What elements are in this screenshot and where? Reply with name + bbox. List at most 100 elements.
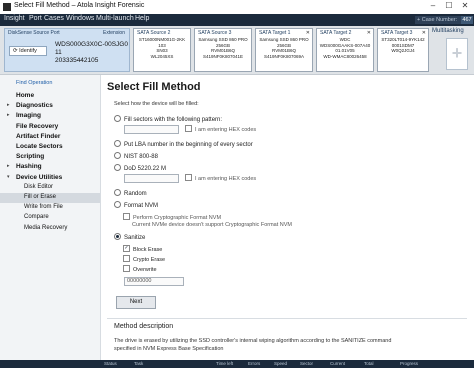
radio-icon bbox=[114, 115, 121, 122]
pattern-input[interactable] bbox=[124, 125, 179, 134]
option-label: Fill sectors with the following pattern: bbox=[124, 117, 223, 124]
menu-multi-launch[interactable]: Multi-launch bbox=[96, 15, 134, 22]
source-port-panel[interactable]: DiskSense Source Port Extension ⟳ Identi… bbox=[4, 28, 130, 72]
divider bbox=[107, 318, 467, 319]
checkbox-label: I am entering HEX codes bbox=[195, 126, 257, 133]
option-format-nvm[interactable]: Format NVM bbox=[114, 201, 159, 210]
sidebar-item-artifact-finder[interactable]: Artifact Finder bbox=[0, 132, 100, 142]
sidebar-item-write-from-file[interactable]: Write from File bbox=[0, 203, 100, 213]
sidebar-item-device-utilities[interactable]: ▾ Device Utilities bbox=[0, 173, 100, 183]
radio-icon bbox=[114, 152, 121, 159]
menu-help[interactable]: Help bbox=[135, 15, 149, 22]
plus-icon: + bbox=[451, 43, 463, 63]
overwrite-pattern-input[interactable]: 00000000 bbox=[124, 277, 184, 286]
sidebar-item-fill-or-erase[interactable]: Fill or Erase bbox=[0, 193, 100, 203]
status-column-errors: Errors bbox=[248, 361, 261, 366]
sidebar-item-locate-sectors[interactable]: Locate Sectors bbox=[0, 142, 100, 152]
option-dod[interactable]: DoD 5220.22 M bbox=[114, 164, 166, 172]
chevron-down-icon[interactable]: ▾ bbox=[7, 174, 10, 180]
minimize-button[interactable]: – bbox=[426, 1, 440, 10]
status-column-progress: Progress bbox=[400, 361, 419, 366]
option-random[interactable]: Random bbox=[114, 189, 147, 198]
radio-icon bbox=[114, 201, 121, 208]
checkbox-label: Block Erase bbox=[133, 246, 163, 253]
sidebar-item-disk-editor[interactable]: Disk Editor bbox=[0, 183, 100, 193]
hex-codes-checkbox[interactable]: I am entering HEX codes bbox=[185, 125, 257, 133]
sidebar-item-label: File Recovery bbox=[16, 122, 59, 130]
checkbox-icon bbox=[185, 174, 192, 181]
sidebar-item-compare[interactable]: Compare bbox=[0, 213, 100, 223]
close-icon[interactable]: ✕ bbox=[367, 30, 371, 36]
crypto-erase-checkbox[interactable]: Crypto Erase bbox=[123, 255, 166, 263]
sidebar-item-label: Locate Sectors bbox=[16, 143, 63, 150]
status-column-task: Task bbox=[134, 361, 144, 366]
port-sata-source-3[interactable]: SATA Source 3 Samsung SSD 860 PRO 256GB … bbox=[194, 28, 252, 72]
port-title: SATA Target 1 bbox=[259, 30, 291, 36]
multitasking-add-button[interactable]: + bbox=[446, 38, 468, 70]
radio-icon bbox=[114, 189, 121, 196]
multitasking-label[interactable]: Multitasking bbox=[432, 28, 464, 34]
sidebar-item-home[interactable]: Home bbox=[0, 91, 100, 101]
status-column-sector: Sector bbox=[300, 361, 314, 366]
case-number-value: 467 bbox=[461, 16, 473, 24]
block-erase-checkbox[interactable]: ✓ Block Erase bbox=[123, 245, 163, 253]
sidebar-item-hashing[interactable]: ▸ Hashing bbox=[0, 162, 100, 172]
source-device-serial: 203335442105 bbox=[55, 57, 99, 64]
sidebar-item-media-recovery[interactable]: Media Recovery bbox=[0, 224, 100, 234]
close-icon[interactable]: ✕ bbox=[422, 30, 426, 36]
sidebar-item-imaging[interactable]: ▸ Imaging bbox=[0, 111, 100, 121]
case-number-label[interactable]: + Case Number: bbox=[415, 16, 461, 24]
perform-crypto-checkbox[interactable]: Perform Cryptographic Format NVM bbox=[123, 213, 222, 221]
source-extension-label[interactable]: Extension bbox=[103, 30, 125, 36]
hex-codes-checkbox-2[interactable]: I am entering HEX codes bbox=[185, 174, 257, 182]
menu-windows[interactable]: Windows bbox=[66, 15, 94, 22]
overwrite-checkbox[interactable]: Overwrite bbox=[123, 265, 157, 273]
port-device-info: ST320LT014-9YK142 0001SDM7 W0Q2JGJ4 bbox=[381, 37, 425, 54]
close-button[interactable]: ✕ bbox=[458, 1, 472, 10]
source-device-model: WDS000G3X0C-00SJG0 11 bbox=[55, 41, 128, 56]
sidebar-item-file-recovery[interactable]: File Recovery bbox=[0, 122, 100, 132]
sidebar-item-label: Scripting bbox=[16, 153, 45, 161]
next-button[interactable]: Next bbox=[116, 296, 156, 309]
dod-pattern-input[interactable] bbox=[124, 174, 179, 183]
menu-cases[interactable]: Cases bbox=[44, 15, 64, 22]
chevron-right-icon[interactable]: ▸ bbox=[7, 163, 10, 169]
status-column-status: Status bbox=[104, 361, 117, 366]
fill-prompt: Select how the device will be filled: bbox=[114, 101, 199, 107]
port-sata-target-1[interactable]: SATA Target 1 ✕ Samsung SSD 860 PRO 256G… bbox=[255, 28, 313, 72]
find-operation-link[interactable]: Find Operation bbox=[16, 80, 52, 86]
port-sata-target-2[interactable]: SATA Target 2 ✕ WDC WDS000GAAKS-007A40 0… bbox=[316, 28, 374, 72]
port-title: SATA Target 3 bbox=[381, 30, 413, 36]
port-sata-target-3[interactable]: SATA Target 3 ✕ ST320LT014-9YK142 0001SD… bbox=[377, 28, 429, 72]
method-description-text: The drive is erased by utilizing the SSD… bbox=[114, 338, 392, 352]
option-label: Format NVM bbox=[124, 203, 159, 210]
sidebar-item-diagnostics[interactable]: ▸ Diagnostics bbox=[0, 101, 100, 111]
port-sata-source-2[interactable]: SATA Source 2 ST16000NM001G-2KK 103 SN03… bbox=[133, 28, 191, 72]
radio-selected-icon bbox=[114, 233, 121, 240]
identify-button[interactable]: ⟳ Identify bbox=[9, 46, 47, 56]
option-sanitize[interactable]: Sanitize bbox=[114, 233, 145, 241]
menu-insight[interactable]: Insight bbox=[4, 15, 25, 22]
checkbox-label: Perform Cryptographic Format NVM bbox=[133, 214, 222, 221]
maximize-button[interactable]: ☐ bbox=[442, 1, 456, 10]
sidebar-item-label: Media Recovery bbox=[24, 224, 68, 231]
sidebar-item-label: Artifact Finder bbox=[16, 132, 61, 140]
sidebar-item-label: Write from File bbox=[24, 204, 63, 211]
close-icon[interactable]: ✕ bbox=[306, 30, 310, 36]
checkbox-label: I am entering HEX codes bbox=[195, 175, 257, 182]
nvme-support-note: Current NVMe device doesn't support Cryp… bbox=[132, 222, 293, 228]
status-column-total: Total bbox=[364, 361, 374, 366]
checkbox-label: Crypto Erase bbox=[133, 256, 166, 263]
option-lba[interactable]: Put LBA number in the beginning of every… bbox=[114, 140, 253, 148]
option-fill-pattern[interactable]: Fill sectors with the following pattern: bbox=[114, 115, 223, 124]
option-nist[interactable]: NIST 800-88 bbox=[114, 152, 158, 160]
option-label: Random bbox=[124, 191, 147, 198]
source-port-title: DiskSense Source Port bbox=[8, 30, 60, 36]
sidebar-item-scripting[interactable]: Scripting bbox=[0, 152, 100, 162]
status-bar: Status Task Time left Errors Speed Secto… bbox=[0, 360, 474, 368]
chevron-right-icon[interactable]: ▸ bbox=[7, 102, 10, 108]
window-title: Select Fill Method – Atola Insight Foren… bbox=[14, 2, 145, 9]
sidebar-item-label: Diagnostics bbox=[16, 102, 53, 110]
menu-port[interactable]: Port bbox=[29, 15, 42, 22]
chevron-right-icon[interactable]: ▸ bbox=[7, 112, 10, 118]
